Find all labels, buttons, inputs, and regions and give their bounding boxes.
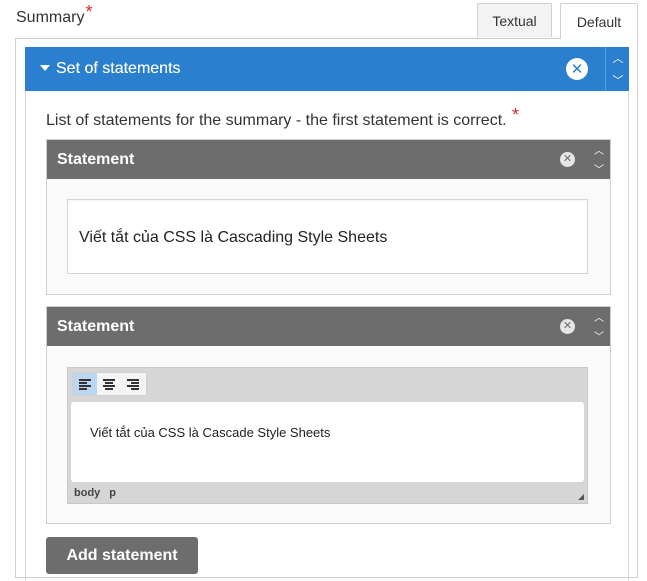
summary-label-text: Summary bbox=[16, 9, 85, 26]
close-icon[interactable]: ✕ bbox=[566, 58, 588, 80]
group-title: Set of statements bbox=[56, 60, 181, 77]
editor-toolbar bbox=[72, 372, 147, 396]
chevron-down-icon[interactable]: ﹀ bbox=[588, 159, 610, 178]
resize-handle-icon[interactable] bbox=[578, 494, 584, 500]
statements-description: List of statements for the summary - the… bbox=[46, 105, 519, 130]
statement-order-controls: ︿ ﹀ bbox=[588, 307, 610, 346]
statement-input[interactable]: Viết tắt của CSS là Cascading Style Shee… bbox=[67, 199, 588, 274]
chevron-up-icon[interactable]: ︿ bbox=[606, 47, 630, 69]
statement-input-value: Viết tắt của CSS là Cascading Style Shee… bbox=[79, 229, 388, 246]
chevron-down-icon[interactable]: ﹀ bbox=[588, 326, 610, 345]
remove-statement-icon[interactable]: ✕ bbox=[560, 152, 575, 167]
statements-description-text: List of statements for the summary - the… bbox=[46, 112, 507, 129]
tab-default[interactable]: Default bbox=[560, 3, 638, 39]
summary-panel: Set of statements ✕ ︿ ﹀ List of statemen… bbox=[15, 38, 638, 581]
summary-field-label: Summary* bbox=[16, 2, 92, 27]
required-marker: * bbox=[85, 2, 93, 22]
chevron-up-icon[interactable]: ︿ bbox=[588, 307, 610, 326]
statement-order-controls: ︿ ﹀ bbox=[588, 140, 610, 179]
chevron-down-icon[interactable]: ﹀ bbox=[606, 69, 630, 91]
statement-header[interactable]: Statement ✕ ︿ ﹀ bbox=[47, 307, 610, 346]
status-path-body[interactable]: body bbox=[74, 487, 100, 499]
statement-title: Statement bbox=[57, 151, 135, 168]
align-right-icon[interactable] bbox=[121, 373, 145, 395]
editor-status-path: body p bbox=[74, 487, 125, 499]
statement-title: Statement bbox=[57, 318, 135, 335]
rich-text-editor: Viết tắt của CSS là Cascade Style Sheets… bbox=[67, 367, 588, 504]
group-body: List of statements for the summary - the… bbox=[25, 91, 629, 581]
tab-textual[interactable]: Textual bbox=[477, 3, 552, 37]
editor-content-area[interactable]: Viết tắt của CSS là Cascade Style Sheets bbox=[71, 402, 584, 482]
caret-down-icon[interactable] bbox=[40, 65, 50, 71]
align-center-icon[interactable] bbox=[97, 373, 121, 395]
status-path-p[interactable]: p bbox=[109, 487, 116, 499]
remove-statement-icon[interactable]: ✕ bbox=[560, 319, 575, 334]
group-header-set-of-statements[interactable]: Set of statements ✕ ︿ ﹀ bbox=[25, 47, 629, 91]
align-left-icon[interactable] bbox=[73, 373, 97, 395]
statement-header[interactable]: Statement ✕ ︿ ﹀ bbox=[47, 140, 610, 179]
required-marker: * bbox=[512, 105, 520, 125]
statement-item: Statement ✕ ︿ ﹀ Viết tắt của CSS là Casc… bbox=[46, 306, 611, 524]
chevron-up-icon[interactable]: ︿ bbox=[588, 140, 610, 159]
editor-text: Viết tắt của CSS là Cascade Style Sheets bbox=[90, 425, 331, 440]
group-order-controls: ︿ ﹀ bbox=[605, 47, 629, 91]
add-statement-button[interactable]: Add statement bbox=[46, 537, 198, 574]
statement-item: Statement ✕ ︿ ﹀ Viết tắt của CSS là Casc… bbox=[46, 139, 611, 295]
